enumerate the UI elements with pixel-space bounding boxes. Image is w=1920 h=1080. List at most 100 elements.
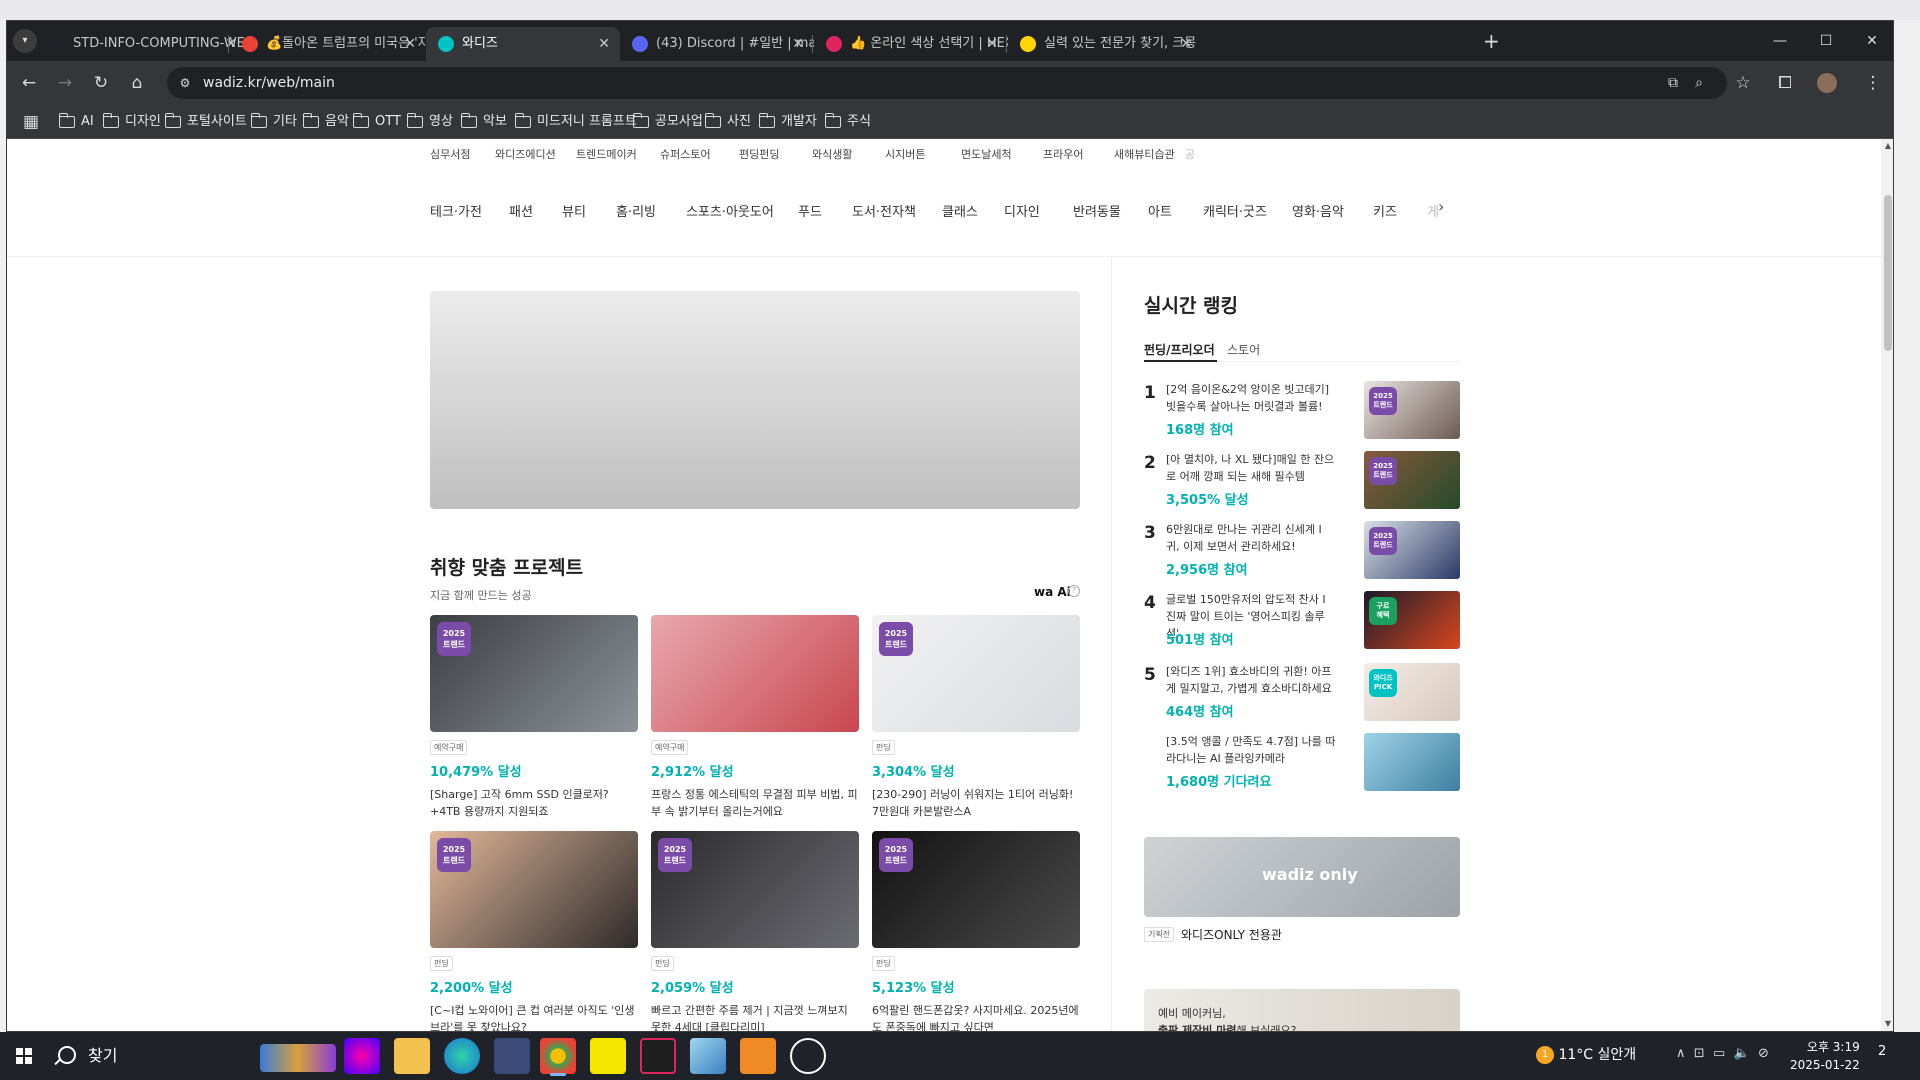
- category-link[interactable]: 키즈: [1373, 201, 1397, 220]
- close-tab-icon[interactable]: ✕: [1180, 27, 1192, 61]
- tab-funding-preorder[interactable]: 펀딩/프리오더: [1144, 341, 1215, 358]
- ranking-title-text[interactable]: [와디즈 1위] 효소바디의 귀환! 아프게 밀지말고, 가볍게 효소바디하세요: [1166, 663, 1336, 697]
- page-scrollbar[interactable]: ▲ ▼: [1881, 139, 1893, 1031]
- figma-icon[interactable]: [640, 1038, 676, 1074]
- sub-category-link[interactable]: 프라우어: [1043, 146, 1083, 162]
- sub-category-link[interactable]: 면도날세척: [961, 146, 1012, 162]
- category-link[interactable]: 영화·음악: [1292, 201, 1344, 220]
- ranking-thumbnail[interactable]: 2025 트렌드: [1364, 381, 1460, 439]
- volume-icon[interactable]: 🔈: [1734, 1046, 1750, 1061]
- project-title[interactable]: 프랑스 정통 에스테틱의 무결점 피부 비법, 피부 속 밝기부터 올리는거에요: [651, 786, 859, 820]
- bookmark-folder[interactable]: 개발자: [758, 105, 817, 139]
- copilot-icon[interactable]: [344, 1038, 380, 1074]
- category-link[interactable]: 테크·가전: [430, 201, 482, 220]
- notepad-icon[interactable]: [690, 1038, 726, 1074]
- chatgpt-icon[interactable]: [790, 1038, 826, 1074]
- category-link[interactable]: 디자인: [1004, 201, 1040, 220]
- ranking-item[interactable]: [3.5억 앵콜 / 만족도 4.7점] 나를 따라다니는 AI 플라잉카메라 1…: [1144, 733, 1460, 791]
- bookmark-star-icon[interactable]: ☆: [1731, 71, 1755, 95]
- wadiz-only-title[interactable]: 와디즈ONLY 전용관: [1181, 926, 1282, 943]
- tab-search-button[interactable]: ▾: [13, 29, 37, 53]
- project-title[interactable]: 빠르고 간편한 주름 제거 | 지금껏 느껴보지 못한 4세대 [클립다리미]: [651, 1002, 859, 1031]
- project-title[interactable]: 6억팔린 핸드폰갑옷? 사지마세요. 2025년에도 폰중독에 빠지고 싶다면: [872, 1002, 1080, 1031]
- bookmark-folder[interactable]: OTT: [352, 105, 401, 139]
- project-thumbnail[interactable]: [651, 615, 859, 732]
- category-link[interactable]: 패션: [509, 201, 533, 220]
- sub-category-link[interactable]: 와디즈에디션: [495, 146, 556, 162]
- zoom-icon[interactable]: ⌕: [1687, 71, 1711, 95]
- sub-category-link[interactable]: 심무서점: [430, 146, 470, 162]
- notification-icon[interactable]: 2: [1878, 1044, 1886, 1059]
- sub-category-link[interactable]: 편딩펀딩: [739, 146, 779, 162]
- scroll-thumb[interactable]: [1884, 195, 1892, 351]
- info-icon[interactable]: ?: [1068, 585, 1080, 597]
- minimize-button[interactable]: —: [1757, 21, 1803, 61]
- ranking-title-text[interactable]: [2억 음이온&2억 앙이온 빗고데기] 빗을수록 살아나는 머릿결과 볼륨!: [1166, 381, 1336, 415]
- forward-icon[interactable]: →: [53, 71, 77, 95]
- project-thumbnail[interactable]: 2025 트렌드: [430, 615, 638, 732]
- sub-category-link[interactable]: 공: [1185, 146, 1195, 162]
- profile-avatar[interactable]: [1817, 73, 1837, 93]
- apps-grid-icon[interactable]: ▦: [19, 110, 43, 134]
- display-icon[interactable]: ▭: [1713, 1046, 1725, 1061]
- sub-category-link[interactable]: 슈퍼스토어: [660, 146, 711, 162]
- category-link[interactable]: 도서·전자책: [852, 201, 916, 220]
- ranking-thumbnail[interactable]: 와디즈 PICK: [1364, 663, 1460, 721]
- menu-icon[interactable]: ⋮: [1861, 71, 1885, 95]
- widgets-books-icon[interactable]: [260, 1044, 336, 1072]
- weather-widget[interactable]: 1 11°C 실안개: [1536, 1044, 1636, 1064]
- project-title[interactable]: [C~I컵 노와이어] 큰 컵 여러분 아직도 '인생 브라'를 못 찾았나요?: [430, 1002, 638, 1031]
- project-card[interactable]: 2025 트렌드 펀딩 2,200% 달성 [C~I컵 노와이어] 큰 컵 여러분 아직…: [430, 831, 638, 1031]
- system-tray[interactable]: ∧ ⊡ ▭ 🔈 ⊘: [1676, 1046, 1769, 1061]
- category-link[interactable]: 스포츠·아웃도어: [686, 201, 774, 220]
- bookmark-folder[interactable]: 영상: [406, 105, 453, 139]
- project-thumbnail[interactable]: 2025 트렌드: [430, 831, 638, 948]
- project-card[interactable]: 2025 트렌드 예약구매 10,479% 달성 [Sharge] 고작 6mm SSD…: [430, 615, 638, 820]
- category-link[interactable]: 클래스: [942, 201, 978, 220]
- edge-icon[interactable]: [444, 1038, 480, 1074]
- close-tab-icon[interactable]: ✕: [404, 27, 416, 61]
- bookmark-folder[interactable]: 사진: [704, 105, 751, 139]
- category-next-arrow-icon[interactable]: ›: [1438, 197, 1444, 216]
- ranking-title-text[interactable]: [아 멸치야, 나 XL 됐다]매일 한 잔으로 어깨 깡패 되는 새해 필수템: [1166, 451, 1336, 485]
- bookmark-folder[interactable]: 음악: [302, 105, 349, 139]
- maximize-button[interactable]: ☐: [1803, 21, 1849, 61]
- category-link[interactable]: 홈·리빙: [616, 201, 656, 220]
- bookmark-folder[interactable]: 악보: [460, 105, 507, 139]
- project-thumbnail[interactable]: 2025 트렌드: [651, 831, 859, 948]
- category-link[interactable]: 뷰티: [562, 201, 586, 220]
- project-card[interactable]: 2025 트렌드 펀딩 3,304% 달성 [230-290] 러닝이 쉬워지는 1티어…: [872, 615, 1080, 820]
- bookmark-folder[interactable]: 주식: [824, 105, 871, 139]
- ranking-thumbnail[interactable]: [1364, 733, 1460, 791]
- url-text[interactable]: wadiz.kr/web/main: [203, 67, 335, 99]
- project-card[interactable]: 예약구매 2,912% 달성 프랑스 정통 에스테틱의 무결점 피부 비법, 피부 …: [651, 615, 859, 820]
- home-icon[interactable]: ⌂: [125, 71, 149, 95]
- ranking-thumbnail[interactable]: 2025 트렌드: [1364, 521, 1460, 579]
- ranking-item[interactable]: 3 6만원대로 만나는 귀관리 신세계 I 귀, 이제 보면서 관리하세요! 2,9…: [1144, 521, 1460, 579]
- app-icon[interactable]: [494, 1038, 530, 1074]
- project-thumbnail[interactable]: 2025 트렌드: [872, 615, 1080, 732]
- browser-tab[interactable]: 와디즈 ✕: [426, 27, 620, 61]
- ranking-item[interactable]: 4 글로벌 150만유저의 압도적 찬사 I 진짜 말이 트이는 '영어스피킹 솔…: [1144, 591, 1460, 649]
- bookmark-folder[interactable]: 공모사업: [632, 105, 703, 139]
- ranking-thumbnail[interactable]: 2025 트렌드: [1364, 451, 1460, 509]
- taskbar-search[interactable]: 찾기: [50, 1038, 250, 1074]
- extensions-icon[interactable]: ⧠: [1773, 71, 1797, 95]
- ranking-item[interactable]: 1 [2억 음이온&2억 앙이온 빗고데기] 빗을수록 살아나는 머릿결과 볼륨!…: [1144, 381, 1460, 439]
- close-window-button[interactable]: ✕: [1849, 21, 1893, 61]
- close-tab-icon[interactable]: ✕: [598, 27, 610, 61]
- ranking-item[interactable]: 2 [아 멸치야, 나 XL 됐다]매일 한 잔으로 어깨 깡패 되는 새해 필수…: [1144, 451, 1460, 509]
- project-card[interactable]: 2025 트렌드 펀딩 5,123% 달성 6억팔린 핸드폰갑옷? 사지마세요. 202…: [872, 831, 1080, 1031]
- ranking-thumbnail[interactable]: 구르 혜택: [1364, 591, 1460, 649]
- main-banner[interactable]: [430, 291, 1080, 509]
- browser-tab[interactable]: 👍 온라인 색상 선택기 | HEX 색✕: [814, 27, 1008, 61]
- category-link[interactable]: 푸드: [798, 201, 822, 220]
- chrome-icon[interactable]: [540, 1038, 576, 1076]
- browser-tab[interactable]: STD-INFO-COMPUTING-WEB- ✕: [37, 27, 247, 61]
- browser-tab[interactable]: 💰돌아온 트럼프의 미국은 '자' ✕: [230, 27, 426, 61]
- project-thumbnail[interactable]: 2025 트렌드: [872, 831, 1080, 948]
- bookmark-folder[interactable]: 포털사이트: [164, 105, 247, 139]
- status-icon[interactable]: ⊘: [1758, 1046, 1769, 1061]
- ranking-title-text[interactable]: 6만원대로 만나는 귀관리 신세계 I 귀, 이제 보면서 관리하세요!: [1166, 521, 1336, 555]
- new-tab-button[interactable]: +: [1483, 29, 1500, 53]
